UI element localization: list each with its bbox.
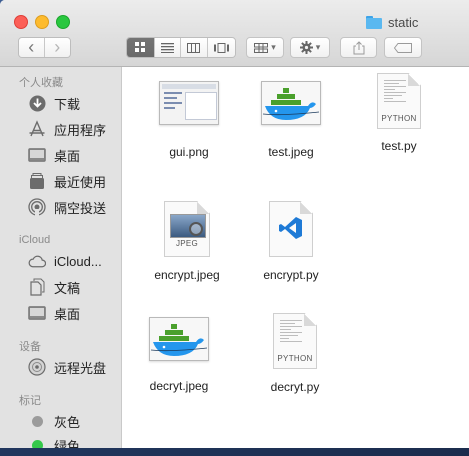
sidebar-section-favorites: 个人收藏 — [19, 77, 63, 89]
zoom-button[interactable] — [56, 15, 70, 29]
file-item[interactable]: test.jpeg — [259, 81, 323, 159]
folder-icon — [366, 15, 382, 29]
sidebar-item-tag-green[interactable]: 绿色 — [28, 435, 80, 448]
tag-dot-icon — [28, 436, 46, 448]
sidebar-item-applications[interactable]: 应用程序 — [28, 119, 106, 139]
file-name: gui.png — [169, 145, 209, 159]
sidebar-item-airdrop[interactable]: 隔空投送 — [28, 197, 106, 217]
disc-icon — [28, 358, 46, 376]
file-item[interactable]: JPEG encrypt.jpeg — [147, 201, 227, 282]
share-button[interactable] — [340, 37, 377, 58]
window-title-text: static — [388, 14, 419, 30]
gear-icon — [299, 41, 313, 54]
tag-dot-icon — [28, 412, 46, 430]
download-icon — [28, 94, 46, 112]
columns-icon — [187, 42, 201, 53]
close-button[interactable] — [14, 15, 28, 29]
chevron-down-icon: ▾ — [271, 42, 276, 52]
file-item[interactable]: decryt.jpeg — [147, 317, 211, 393]
group-by-button[interactable]: ▾ — [246, 37, 284, 58]
chevron-left-icon: ‹ — [28, 37, 35, 57]
sidebar-item-documents[interactable]: 文稿 — [28, 277, 80, 297]
file-name: decryt.jpeg — [149, 379, 209, 393]
desktop-icon — [28, 304, 46, 322]
icon-view-button[interactable] — [127, 38, 155, 57]
recents-icon — [28, 172, 46, 190]
sidebar-item-label: 灰色 — [54, 414, 81, 430]
desktop-icon — [28, 146, 46, 164]
sidebar-item-remote-disc[interactable]: 远程光盘 — [28, 357, 106, 377]
file-item[interactable]: PYTHON test.py — [367, 73, 431, 153]
airdrop-icon — [28, 198, 46, 216]
sidebar-item-label: 文稿 — [54, 280, 81, 296]
file-name: encrypt.jpeg — [154, 268, 220, 282]
edit-tags-button[interactable] — [384, 37, 422, 58]
group-grid-icon — [254, 42, 269, 53]
screenshot-thumbnail-icon — [159, 81, 219, 125]
file-item[interactable]: encrypt.py — [259, 201, 323, 282]
vscode-file-icon — [269, 201, 313, 257]
minimize-button[interactable] — [35, 15, 49, 29]
docker-thumbnail-icon — [149, 317, 209, 361]
sidebar-item-label: 最近使用 — [54, 174, 107, 190]
sidebar-item-label: 应用程序 — [54, 122, 107, 138]
sidebar-item-label: 桌面 — [54, 306, 81, 322]
file-type-tag: JPEG — [175, 239, 199, 248]
column-view-button[interactable] — [181, 38, 208, 57]
file-icon-grid: gui.png test.jpeg PYTHON test.py JPEG en… — [122, 67, 469, 448]
sidebar-item-label: 远程光盘 — [54, 360, 107, 376]
view-mode-group — [126, 37, 236, 58]
share-icon — [353, 40, 364, 54]
sidebar-item-recents[interactable]: 最近使用 — [28, 171, 106, 191]
sidebar-item-label: iCloud... — [54, 253, 102, 269]
grid-icon — [134, 42, 145, 52]
documents-icon — [28, 278, 46, 296]
python-file-icon: PYTHON — [273, 313, 317, 369]
forward-button[interactable]: › — [44, 37, 70, 57]
list-view-button[interactable] — [154, 38, 182, 57]
back-button[interactable]: ‹ — [19, 38, 45, 57]
sidebar: 个人收藏 下载 应用程序 桌面 最近使用 隔空投送 iCloud iCloud.… — [0, 67, 122, 448]
python-file-icon: PYTHON — [377, 73, 421, 129]
file-name: test.jpeg — [268, 145, 314, 159]
sidebar-item-label: 下载 — [54, 96, 81, 112]
chevron-down-icon: ▾ — [315, 42, 321, 52]
gallery-view-button[interactable] — [207, 38, 235, 57]
sidebar-item-label: 桌面 — [54, 148, 81, 164]
file-item[interactable]: PYTHON decryt.py — [263, 313, 327, 394]
file-name: decryt.py — [270, 380, 320, 394]
sidebar-section-devices: 设备 — [19, 341, 41, 353]
action-button[interactable]: ▾ — [290, 37, 330, 58]
file-item[interactable]: gui.png — [157, 81, 221, 159]
jpeg-file-icon: JPEG — [164, 201, 210, 257]
list-icon — [160, 42, 174, 53]
sidebar-item-label: 隔空投送 — [54, 200, 107, 216]
chevron-right-icon: › — [54, 37, 61, 57]
file-name: encrypt.py — [263, 268, 319, 282]
file-type-tag: PYTHON — [277, 354, 313, 363]
sidebar-section-tags: 标记 — [19, 395, 41, 407]
window-title: static — [366, 13, 418, 31]
sidebar-item-downloads[interactable]: 下载 — [28, 93, 80, 113]
sidebar-item-icloud-desktop[interactable]: 桌面 — [28, 303, 80, 323]
navigation-buttons: ‹ › — [18, 37, 71, 58]
sidebar-item-icloud-drive[interactable]: iCloud... — [28, 251, 102, 271]
cloud-icon — [28, 252, 46, 270]
toolbar: static ‹ › ▾ ▾ — [0, 0, 469, 67]
sidebar-section-icloud: iCloud — [19, 234, 51, 246]
file-type-tag: PYTHON — [381, 114, 417, 123]
gallery-icon — [213, 42, 229, 53]
applications-icon — [28, 120, 46, 138]
docker-thumbnail-icon — [261, 81, 321, 125]
sidebar-item-tag-gray[interactable]: 灰色 — [28, 411, 80, 431]
tag-icon — [394, 42, 412, 53]
sidebar-item-label: 绿色 — [54, 438, 81, 449]
file-name: test.py — [381, 139, 417, 153]
finder-window: static ‹ › ▾ ▾ 个人收藏 下载 应用程序 桌面 最近使用 隔空投送… — [0, 0, 469, 448]
sidebar-item-desktop[interactable]: 桌面 — [28, 145, 80, 165]
